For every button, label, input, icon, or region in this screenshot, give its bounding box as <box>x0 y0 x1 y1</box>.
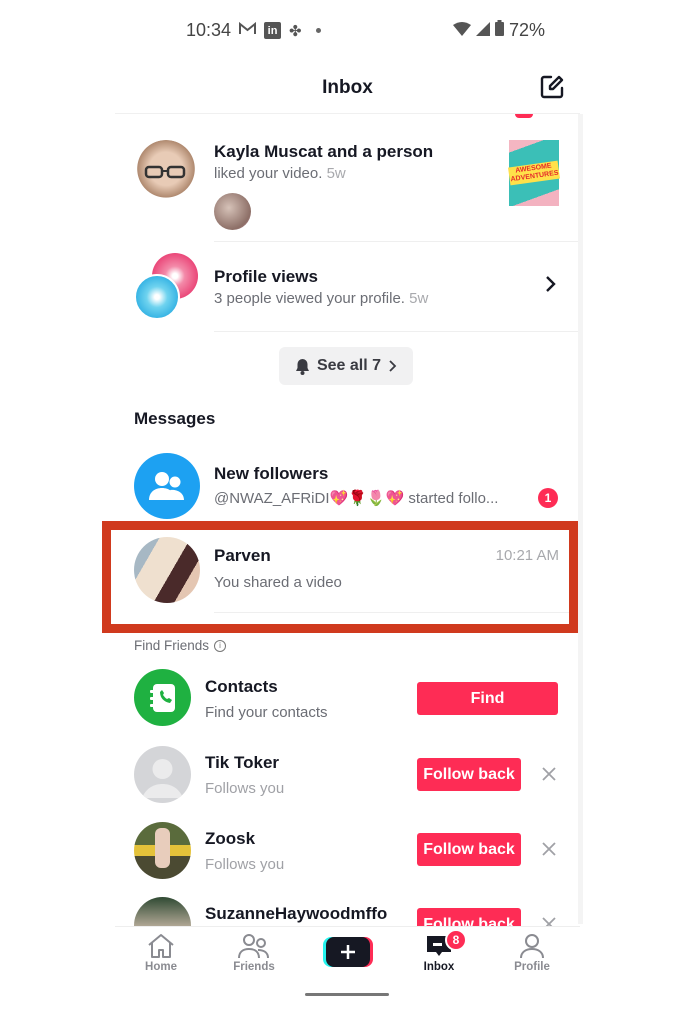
suggestion-row: SuzanneHaywoodmffo Follow back <box>115 893 578 926</box>
dismiss-button[interactable] <box>539 764 559 784</box>
battery-percent: 72% <box>508 20 545 40</box>
suggestion-name: Tik Toker <box>205 753 280 772</box>
message-subtitle: @NWAZ_AFRiDI💖🌹🌷💖 started follo... <box>214 490 499 507</box>
follow-back-button[interactable]: Follow back <box>417 833 521 866</box>
thumbnail-text: AWESOME ADVENTURES <box>507 160 561 186</box>
status-bar: 10:34 in ✤ 72% <box>0 0 683 60</box>
activity-item-profile-views[interactable]: Profile views 3 people viewed your profi… <box>115 243 578 332</box>
video-thumbnail[interactable]: AWESOME ADVENTURES <box>507 140 561 206</box>
nav-profile[interactable]: Profile <box>497 933 567 973</box>
plus-icon <box>341 945 355 959</box>
compose-icon <box>540 75 564 99</box>
bell-icon <box>295 358 309 375</box>
close-icon <box>542 767 556 781</box>
suggestion-subtitle: Follows you <box>205 856 285 873</box>
close-icon <box>542 842 556 856</box>
activity-age: 5w <box>409 290 429 307</box>
bottom-nav: Home Friends Inbox 8 Profile <box>115 926 580 986</box>
gmail-icon <box>239 21 257 39</box>
create-button[interactable] <box>323 937 373 967</box>
message-item-new-followers[interactable]: New followers @NWAZ_AFRiDI💖🌹🌷💖 started f… <box>115 448 578 523</box>
chevron-right-icon <box>389 360 397 372</box>
see-all-button[interactable]: See all 7 <box>279 347 413 385</box>
users-icon <box>149 472 184 500</box>
inbox-badge: 8 <box>445 929 467 951</box>
find-friends-section-label: Find Friends i <box>134 638 227 653</box>
follow-back-button[interactable]: Follow back <box>417 758 521 791</box>
nav-friends[interactable]: Friends <box>219 933 289 973</box>
profile-icon <box>520 934 544 959</box>
suggestion-row: Tik Toker Follows you Follow back <box>115 742 578 812</box>
suggestion-name: Zoosk <box>205 829 256 848</box>
profile-views-icon <box>134 253 202 321</box>
avatar[interactable] <box>134 897 191 926</box>
close-icon <box>542 917 556 926</box>
battery-icon <box>494 20 504 41</box>
avatar[interactable] <box>134 140 198 204</box>
activity-title: Profile views <box>214 267 318 286</box>
avatar[interactable] <box>134 822 191 879</box>
follow-back-button[interactable]: Follow back <box>417 908 521 926</box>
dismiss-button[interactable] <box>539 914 559 926</box>
nav-home[interactable]: Home <box>126 933 196 973</box>
status-time: 10:34 <box>186 20 232 40</box>
page-title: Inbox <box>322 77 373 98</box>
scrollbar-track[interactable] <box>578 114 583 924</box>
linkedin-icon: in <box>264 22 282 39</box>
suggestion-row: Zoosk Follows you Follow back <box>115 818 578 888</box>
app-header: Inbox <box>115 62 580 114</box>
contacts-avatar <box>134 669 191 726</box>
activity-title: Kayla Muscat and a person <box>214 142 434 161</box>
chevron-right-icon[interactable] <box>545 275 557 293</box>
default-avatar-icon <box>142 759 183 798</box>
messages-section-label: Messages <box>134 409 216 428</box>
home-icon <box>148 934 174 958</box>
info-icon[interactable]: i <box>214 639 227 652</box>
suggestion-subtitle: Follows you <box>205 780 285 797</box>
home-indicator[interactable] <box>305 993 389 996</box>
unread-badge: 1 <box>538 488 558 508</box>
partial-badge <box>515 114 533 118</box>
message-title: New followers <box>214 464 329 483</box>
phone-book-icon <box>149 683 175 712</box>
suggestion-name: SuzanneHaywoodmffo <box>205 904 388 923</box>
compose-button[interactable] <box>539 74 565 100</box>
divider <box>214 241 578 242</box>
signal-icon <box>475 20 490 41</box>
friends-icon <box>238 934 269 959</box>
new-followers-avatar <box>134 453 200 519</box>
activity-subtitle: liked your video. 5w <box>214 165 346 182</box>
see-all-label: See all 7 <box>316 357 382 374</box>
activity-age: 5w <box>326 165 346 182</box>
wifi-icon <box>452 20 471 41</box>
liker-avatar[interactable] <box>214 193 251 230</box>
divider <box>214 331 578 332</box>
pinwheel-icon: ✤ <box>289 22 302 40</box>
nav-inbox[interactable]: Inbox 8 <box>404 929 474 973</box>
activity-subtitle: 3 people viewed your profile. 5w <box>214 290 429 307</box>
activity-item-likes[interactable]: Kayla Muscat and a person liked your vid… <box>115 130 578 242</box>
contacts-row: Contacts Find your contacts Find <box>115 664 578 734</box>
contacts-title: Contacts <box>205 677 278 696</box>
dismiss-button[interactable] <box>539 839 559 859</box>
dot-icon <box>315 28 321 33</box>
avatar[interactable] <box>134 746 191 803</box>
highlight-annotation <box>102 521 578 633</box>
find-contacts-button[interactable]: Find <box>417 682 558 715</box>
contacts-subtitle: Find your contacts <box>205 704 328 721</box>
